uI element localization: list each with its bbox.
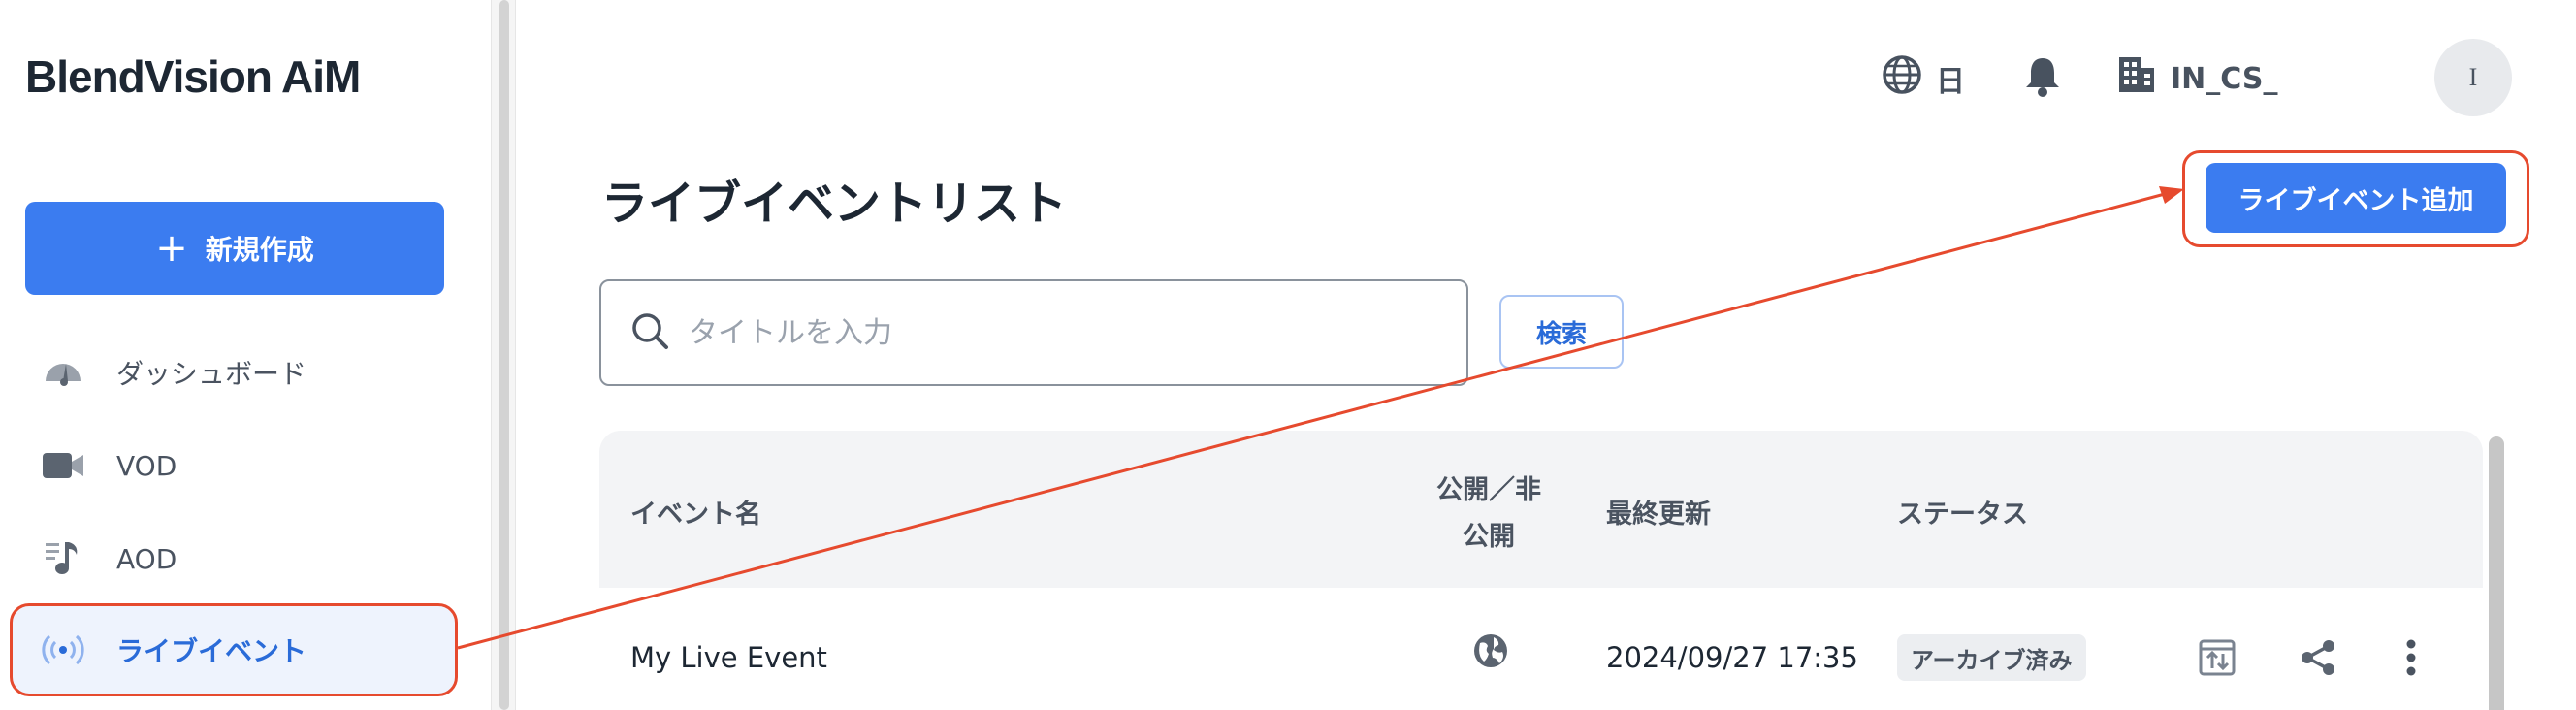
app-root: BlendVision AiM + 新規作成 ダッシュボード VOD AOD ラ… bbox=[0, 0, 2576, 710]
create-new-button[interactable]: + 新規作成 bbox=[25, 202, 444, 295]
avatar[interactable]: I bbox=[2434, 39, 2512, 116]
sidebar-item-label: VOD bbox=[116, 449, 177, 482]
globe-icon bbox=[1882, 54, 1922, 103]
video-camera-icon bbox=[41, 443, 85, 488]
sidebar-item-label: ダッシュボード bbox=[116, 358, 307, 390]
globe-public-icon bbox=[1472, 632, 1509, 673]
console-icon[interactable] bbox=[2196, 636, 2238, 679]
status-badge: アーカイブ済み bbox=[1897, 634, 2086, 681]
sidebar-item-label: ライブイベント bbox=[116, 635, 307, 667]
column-header-visibility[interactable]: 公開／非 公開 bbox=[1435, 468, 1542, 561]
bell-icon bbox=[2023, 54, 2062, 105]
page-title: ライブイベントリスト bbox=[601, 177, 1068, 231]
create-new-label: 新規作成 bbox=[205, 234, 314, 266]
sidebar-item-dashboard[interactable]: ダッシュボード bbox=[10, 326, 458, 419]
language-switcher[interactable]: 日 bbox=[1882, 54, 1965, 103]
search-button[interactable]: 検索 bbox=[1499, 295, 1624, 369]
sidebar-item-aod[interactable]: AOD bbox=[10, 512, 458, 605]
event-name[interactable]: My Live Event bbox=[630, 641, 827, 674]
search-icon bbox=[630, 311, 669, 354]
share-icon[interactable] bbox=[2297, 636, 2339, 679]
building-icon bbox=[2116, 54, 2157, 103]
app-logo[interactable]: BlendVision AiM bbox=[25, 50, 361, 103]
sidebar-item-live-event[interactable]: ライブイベント bbox=[10, 603, 458, 696]
notifications-button[interactable] bbox=[2023, 54, 2062, 105]
column-header-name[interactable]: イベント名 bbox=[630, 493, 761, 531]
table-scrollbar[interactable] bbox=[2489, 436, 2504, 710]
last-updated: 2024/09/27 17:35 bbox=[1606, 641, 1858, 674]
sidebar: BlendVision AiM + 新規作成 ダッシュボード VOD AOD ラ… bbox=[0, 0, 491, 710]
sidebar-scrollbar[interactable] bbox=[499, 0, 509, 710]
dashboard-gauge-icon bbox=[41, 350, 85, 395]
live-broadcast-icon bbox=[41, 628, 85, 672]
organization-label: IN_CS_ bbox=[2171, 61, 2278, 96]
plus-icon: + bbox=[155, 226, 188, 271]
more-vertical-icon[interactable] bbox=[2390, 636, 2432, 679]
search-field[interactable] bbox=[599, 279, 1468, 386]
column-header-updated[interactable]: 最終更新 bbox=[1606, 493, 1711, 531]
column-header-status[interactable]: ステータス bbox=[1897, 493, 2028, 531]
search-input[interactable] bbox=[689, 315, 1426, 350]
add-live-event-button[interactable]: ライブイベント追加 bbox=[2206, 163, 2506, 233]
audio-note-icon bbox=[41, 536, 85, 581]
table-header: イベント名 公開／非 公開 最終更新 ステータス bbox=[599, 431, 2483, 588]
sidebar-resize-handle[interactable] bbox=[491, 0, 516, 710]
sidebar-item-vod[interactable]: VOD bbox=[10, 419, 458, 512]
sidebar-item-label: AOD bbox=[116, 542, 177, 575]
language-label: 日 bbox=[1936, 65, 1965, 99]
organization-switcher[interactable]: IN_CS_ bbox=[2116, 54, 2277, 103]
